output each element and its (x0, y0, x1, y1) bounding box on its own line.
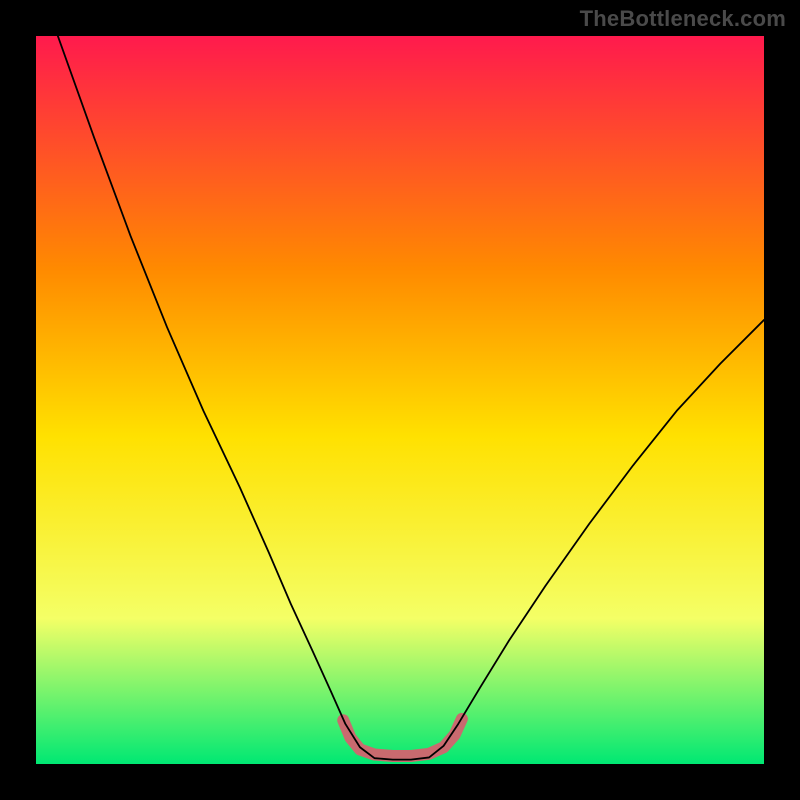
chart-frame: TheBottleneck.com (0, 0, 800, 800)
gradient-background (36, 36, 764, 764)
chart-svg (36, 36, 764, 764)
plot-area (36, 36, 764, 764)
watermark-text: TheBottleneck.com (580, 6, 786, 32)
